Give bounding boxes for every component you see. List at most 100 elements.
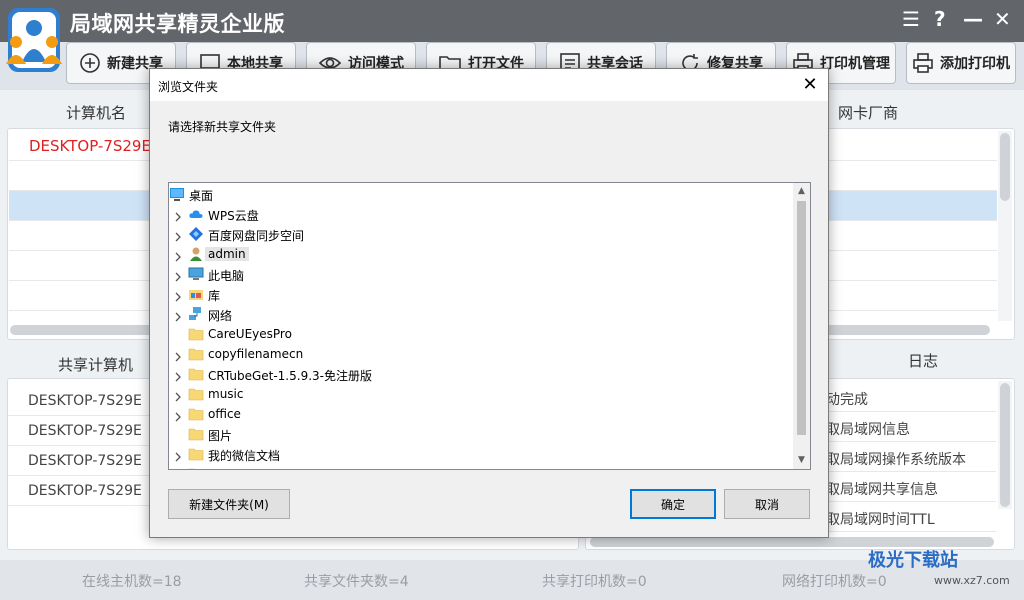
folder-tree: 桌面 WPS云盘百度网盘同步空间 admin 此电脑库网络 CareUEyesPro co… — [168, 182, 811, 470]
log-text: 动完成 — [826, 392, 868, 408]
tree-item[interactable]: CareUEyesPro — [169, 324, 794, 344]
tree-item-label: 桌面 — [189, 189, 214, 203]
tree-item-label: admin — [205, 247, 249, 261]
tree-item[interactable]: 我的微信文档 — [169, 444, 794, 464]
app-title: 局域网共享精灵企业版 — [70, 12, 285, 36]
folder-icon — [188, 386, 204, 402]
tree-item-label: 库 — [208, 289, 221, 303]
chevron-right-icon[interactable] — [173, 248, 183, 262]
folder-icon — [188, 426, 204, 442]
scroll-up-icon[interactable]: ▲ — [793, 183, 810, 200]
upper-table-vscroll-thumb[interactable] — [1000, 133, 1010, 201]
network-printers-count: 网络打印机数=0 — [782, 574, 887, 590]
tree-item[interactable]: office — [169, 404, 794, 424]
tree-item[interactable]: 百度网盘同步空间 — [169, 224, 794, 244]
network-icon — [188, 306, 204, 322]
add-printer-button[interactable]: 添加打印机 — [906, 42, 1016, 84]
folder-tree-vscroll-thumb[interactable] — [797, 201, 806, 435]
dialog-close-icon[interactable]: ✕ — [798, 73, 822, 97]
tree-item-label: music — [208, 387, 244, 401]
chevron-right-icon[interactable] — [173, 308, 183, 322]
chevron-right-icon[interactable] — [173, 288, 183, 302]
tree-item[interactable]: CRTubeGet-1.5.9.3-免注册版 — [169, 364, 794, 384]
app-logo-icon — [6, 8, 62, 72]
chevron-right-icon[interactable] — [173, 368, 183, 382]
log-text: 取局域网信息 — [826, 422, 910, 438]
tree-item[interactable]: 桌面 — [169, 184, 794, 204]
log-text: 取局域网操作系统版本 — [826, 452, 966, 468]
help-icon[interactable]: ? — [934, 8, 946, 30]
tree-item[interactable]: admin — [169, 244, 794, 264]
log-vscroll-thumb[interactable] — [1000, 383, 1010, 507]
tree-item-label: copyfilenamecn — [208, 347, 304, 361]
tree-item[interactable]: music — [169, 384, 794, 404]
watermark-url: www.xz7.com — [934, 574, 1010, 587]
log-text: 取局域网时间TTL — [826, 512, 935, 528]
folder-icon — [188, 446, 204, 462]
add-printer-label: 添加打印机 — [940, 56, 1010, 72]
log-vscrollbar[interactable] — [998, 381, 1012, 509]
folder-icon — [188, 346, 204, 362]
chevron-right-icon[interactable] — [173, 208, 183, 222]
printer-manage-label: 打印机管理 — [820, 56, 890, 72]
menu-icon[interactable]: ☰ — [902, 8, 920, 30]
tree-item-label: 资源文件 — [208, 467, 256, 469]
cancel-button[interactable]: 取消 — [724, 489, 810, 519]
watermark-brand: 极光下载站 — [868, 550, 958, 571]
cloud-icon — [188, 206, 204, 222]
chevron-right-icon[interactable] — [173, 228, 183, 242]
online-hosts-count: 在线主机数=18 — [82, 574, 182, 590]
column-header-nic-vendor[interactable]: 网卡厂商 — [838, 102, 898, 123]
desktop-icon — [169, 186, 185, 202]
chevron-right-icon[interactable] — [173, 448, 183, 462]
tree-item-label: office — [208, 407, 241, 421]
tree-item-label: WPS云盘 — [208, 209, 259, 223]
chevron-right-icon[interactable] — [173, 468, 183, 469]
printer-add-icon — [913, 53, 933, 73]
chevron-right-icon[interactable] — [173, 268, 183, 282]
computer-icon — [188, 266, 204, 282]
browse-folder-dialog: 浏览文件夹 ✕ 请选择新共享文件夹 桌面 WPS云盘百度网盘同步空间 admin 此电… — [149, 68, 829, 538]
upper-table-vscrollbar[interactable] — [998, 131, 1012, 321]
tree-item[interactable]: copyfilenamecn — [169, 344, 794, 364]
chevron-right-icon[interactable] — [173, 348, 183, 362]
shared-printers-count: 共享打印机数=0 — [542, 574, 647, 590]
shared-computer-name: DESKTOP-7S29E — [28, 483, 142, 499]
baidu-icon — [188, 226, 204, 242]
tree-item-label: 图片 — [208, 429, 233, 443]
tree-item-label: 我的微信文档 — [208, 449, 281, 463]
tree-item[interactable]: 图片 — [169, 424, 794, 444]
shared-computers-title: 共享计算机 — [58, 356, 134, 374]
scroll-down-icon[interactable]: ▼ — [793, 452, 810, 469]
folder-tree-vscrollbar[interactable]: ▲ ▼ — [793, 183, 810, 469]
tree-item[interactable]: 网络 — [169, 304, 794, 324]
dialog-title-bar: 浏览文件夹 ✕ — [150, 69, 828, 101]
tree-item-label: 百度网盘同步空间 — [208, 229, 305, 243]
folder-icon — [188, 466, 204, 469]
library-icon — [188, 286, 204, 302]
minimize-icon[interactable]: — — [963, 8, 983, 30]
tree-item-label: CareUEyesPro — [208, 327, 292, 341]
new-folder-button[interactable]: 新建文件夹(M) — [168, 489, 290, 519]
dialog-prompt: 请选择新共享文件夹 — [168, 120, 277, 134]
tree-item[interactable]: 此电脑 — [169, 264, 794, 284]
user-icon — [188, 246, 204, 262]
dialog-title: 浏览文件夹 — [158, 80, 219, 94]
shared-folders-count: 共享文件夹数=4 — [304, 574, 409, 590]
chevron-right-icon[interactable] — [173, 408, 183, 422]
close-icon[interactable]: ✕ — [994, 8, 1011, 30]
computer-name-cell: DESKTOP-7S29E — [29, 137, 151, 155]
chevron-right-icon[interactable] — [173, 388, 183, 402]
column-header-computer-name[interactable]: 计算机名 — [66, 102, 126, 123]
plus-circle-icon — [80, 53, 100, 73]
tree-item[interactable]: 资源文件 — [169, 464, 794, 469]
folder-icon — [188, 366, 204, 382]
log-title: 日志 — [908, 352, 939, 370]
tree-item-label: 网络 — [208, 309, 233, 323]
shared-computer-name: DESKTOP-7S29E — [28, 393, 142, 409]
ok-button[interactable]: 确定 — [630, 489, 716, 519]
shared-computer-name: DESKTOP-7S29E — [28, 453, 142, 469]
tree-item[interactable]: WPS云盘 — [169, 204, 794, 224]
log-text: 取局域网共享信息 — [826, 482, 938, 498]
tree-item[interactable]: 库 — [169, 284, 794, 304]
